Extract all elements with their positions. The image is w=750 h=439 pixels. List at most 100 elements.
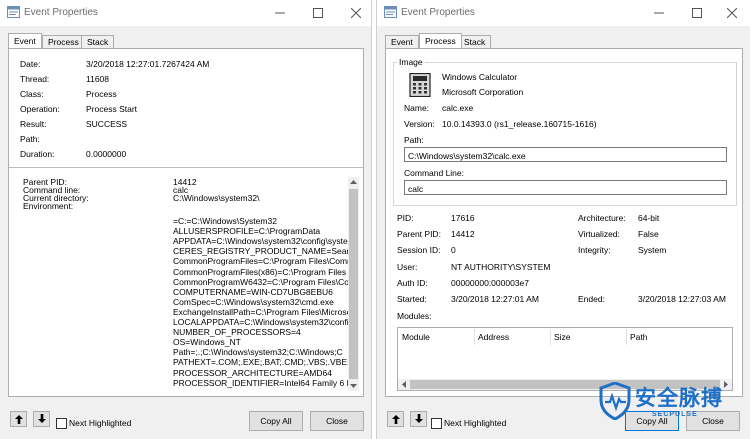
environment-line: OS=Windows_NT — [173, 337, 241, 348]
name-label: Name: — [404, 103, 430, 113]
tab-event[interactable]: Event — [385, 35, 419, 48]
next-event-button[interactable] — [410, 411, 427, 427]
image-group-label: Image — [397, 57, 425, 67]
copy-all-button[interactable]: Copy All — [249, 411, 303, 431]
scroll-up-arrow-icon — [350, 180, 357, 184]
class-value: Process — [86, 89, 117, 99]
process-tab-panel: Image Windows Calculator Microsoft Corpo… — [385, 48, 743, 397]
next-highlighted-checkbox[interactable] — [431, 418, 442, 429]
environment-line: CommonProgramFiles=C:\Program Files\Comm — [173, 256, 355, 267]
environment-line: CommonProgramFiles(x86)=C:\Program Files… — [173, 266, 352, 277]
environment-line: NUMBER_OF_PROCESSORS=4 — [173, 327, 301, 338]
environment-line: APPDATA=C:\Windows\system32\config\syste — [173, 236, 348, 247]
environment-line: ALLUSERSPROFILE=C:\ProgramData — [173, 226, 321, 237]
path-label: Path: — [20, 134, 40, 144]
company-name: Microsoft Corporation — [442, 87, 524, 97]
minimize-button[interactable] — [640, 0, 678, 26]
procmon-app-icon — [384, 6, 397, 18]
started-label: Started: — [397, 294, 427, 304]
column-divider[interactable] — [474, 329, 475, 345]
ended-value: 3/20/2018 12:27:03 AM — [638, 294, 726, 304]
maximize-icon — [313, 8, 323, 18]
tab-process[interactable]: Process — [419, 33, 462, 48]
watermark-subtext: SECPULSE — [652, 411, 698, 418]
next-highlighted-label: Next Highlighted — [444, 418, 507, 428]
secpulse-watermark: 安全脉搏 SECPULSE — [597, 378, 747, 438]
tab-event[interactable]: Event — [8, 33, 42, 48]
pid-label: PID: — [397, 213, 414, 223]
date-label: Date: — [20, 59, 41, 69]
environment-label: Environment: — [23, 201, 74, 211]
details-vertical-scrollbar[interactable] — [348, 177, 359, 391]
close-window-button[interactable] — [337, 0, 371, 26]
architecture-value: 64-bit — [638, 213, 660, 223]
previous-event-button[interactable] — [387, 411, 404, 427]
column-divider[interactable] — [550, 329, 551, 345]
scroll-left-arrow-icon — [402, 381, 406, 388]
close-window-button[interactable] — [713, 0, 750, 26]
duration-label: Duration: — [20, 149, 55, 159]
close-button[interactable]: Close — [310, 411, 364, 431]
current-directory-value: C:\Windows\system32\ — [173, 193, 260, 203]
virtualized-label: Virtualized: — [578, 229, 620, 239]
event-properties-window-right: Event Properties Event Process Stack Ima… — [376, 0, 750, 439]
event-properties-window-left: Event Properties Event Process Stack Dat… — [0, 0, 372, 439]
column-header-address[interactable]: Address — [478, 332, 509, 342]
duration-value: 0.0000000 — [86, 149, 127, 159]
next-event-button[interactable] — [33, 411, 50, 427]
environment-line: LOCALAPPDATA=C:\Windows\system32\config — [173, 317, 354, 327]
integrity-value: System — [638, 245, 667, 255]
minimize-icon — [275, 12, 285, 14]
details-text-area[interactable]: Parent PID: 14412 Command line: calc Cur… — [17, 177, 355, 391]
session-id-value: 0 — [451, 245, 456, 255]
column-header-module[interactable]: Module — [402, 332, 430, 342]
environment-line: ExchangeInstallPath=C:\Program Files\Mic… — [173, 306, 352, 317]
environment-line: ComSpec=C:\Windows\system32\cmd.exe — [173, 296, 334, 307]
app-description: Windows Calculator — [442, 72, 518, 82]
pid-value: 17616 — [451, 213, 475, 223]
user-label: User: — [397, 262, 418, 272]
maximize-icon — [692, 8, 702, 18]
minimize-icon — [654, 12, 664, 14]
environment-line: CommonProgramW6432=C:\Program Files\Co — [173, 276, 349, 287]
minimize-button[interactable] — [261, 0, 299, 26]
modules-label: Modules: — [397, 311, 432, 321]
maximize-button[interactable] — [678, 0, 716, 26]
shield-logo-icon — [599, 382, 631, 420]
thread-value: 11608 — [86, 74, 110, 84]
title-bar[interactable]: Event Properties — [0, 0, 371, 26]
auth-id-label: Auth ID: — [397, 278, 428, 288]
tab-process[interactable]: Process — [42, 35, 85, 48]
path-field[interactable]: C:\Windows\system32\calc.exe — [404, 147, 727, 162]
result-value: SUCCESS — [86, 119, 128, 129]
event-tab-panel: Date: 3/20/2018 12:27:01.7267424 AM Thre… — [8, 48, 364, 397]
scroll-down-arrow-icon — [350, 384, 357, 388]
thread-label: Thread: — [20, 74, 50, 84]
title-bar[interactable]: Event Properties — [377, 0, 750, 26]
calculator-icon — [409, 73, 431, 97]
integrity-label: Integrity: — [578, 245, 611, 255]
column-header-path[interactable]: Path — [630, 332, 648, 342]
maximize-button[interactable] — [299, 0, 337, 26]
class-label: Class: — [20, 89, 44, 99]
session-id-label: Session ID: — [397, 245, 441, 255]
window-title: Event Properties — [401, 7, 475, 18]
user-value: NT AUTHORITY\SYSTEM — [451, 262, 551, 272]
close-icon — [351, 8, 361, 18]
path-label: Path: — [404, 135, 424, 145]
tab-stack[interactable]: Stack — [458, 35, 492, 48]
next-highlighted-checkbox[interactable] — [56, 418, 67, 429]
arrow-up-icon — [391, 415, 400, 424]
scroll-thumb[interactable] — [349, 189, 358, 379]
previous-event-button[interactable] — [10, 411, 27, 427]
tab-stack[interactable]: Stack — [81, 35, 115, 48]
close-icon — [727, 8, 737, 18]
arrow-down-icon — [414, 414, 423, 423]
column-header-size[interactable]: Size — [554, 332, 571, 342]
command-line-field[interactable]: calc — [404, 180, 727, 195]
column-divider[interactable] — [626, 329, 627, 345]
architecture-label: Architecture: — [578, 213, 626, 223]
section-divider — [9, 167, 363, 168]
ended-label: Ended: — [578, 294, 605, 304]
version-value: 10.0.14393.0 (rs1_release.160715-1616) — [442, 119, 597, 129]
